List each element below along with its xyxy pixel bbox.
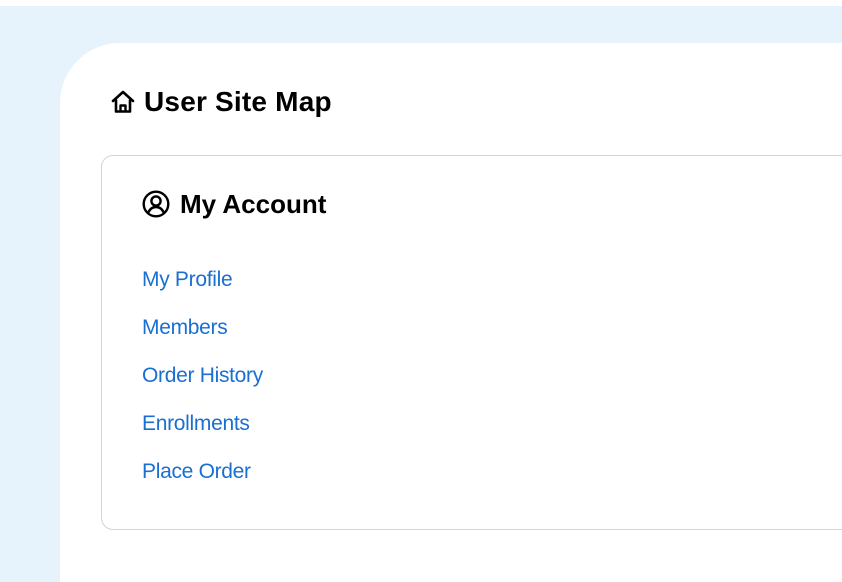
enrollments-link[interactable]: Enrollments bbox=[142, 412, 250, 435]
user-circle-icon bbox=[142, 190, 170, 218]
site-map-page: User Site Map My Account My Profile Memb… bbox=[0, 0, 842, 582]
list-item: Order History bbox=[142, 364, 263, 412]
list-item: Members bbox=[142, 316, 263, 364]
top-strip bbox=[0, 0, 842, 6]
my-account-card: My Account My Profile Members Order Hist… bbox=[101, 155, 842, 530]
account-link-list: My Profile Members Order History Enrollm… bbox=[142, 268, 263, 508]
list-item: Enrollments bbox=[142, 412, 263, 460]
members-link[interactable]: Members bbox=[142, 316, 228, 339]
my-profile-link[interactable]: My Profile bbox=[142, 268, 233, 291]
my-account-heading: My Account bbox=[142, 186, 326, 222]
list-item: Place Order bbox=[142, 460, 263, 508]
page-title: User Site Map bbox=[144, 86, 332, 117]
list-item: My Profile bbox=[142, 268, 263, 316]
place-order-link[interactable]: Place Order bbox=[142, 460, 251, 483]
my-account-title: My Account bbox=[180, 188, 327, 219]
order-history-link[interactable]: Order History bbox=[142, 364, 263, 387]
page-heading: User Site Map bbox=[110, 84, 332, 120]
home-icon bbox=[110, 89, 136, 115]
